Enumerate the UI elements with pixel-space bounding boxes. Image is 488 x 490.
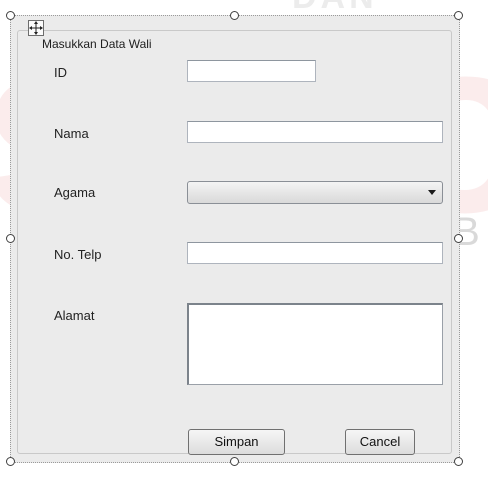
resize-handle-bottom-middle[interactable] — [230, 457, 239, 466]
id-field[interactable] — [187, 60, 316, 82]
telp-label: No. Telp — [54, 247, 102, 262]
id-label: ID — [54, 65, 67, 80]
resize-handle-top-right[interactable] — [454, 11, 463, 20]
telp-field[interactable] — [187, 242, 443, 264]
alamat-textarea[interactable] — [187, 303, 443, 385]
groupbox-title: Masukkan Data Wali — [39, 37, 155, 51]
data-wali-groupbox: Masukkan Data Wali ID Nama Agama No. Tel… — [17, 30, 452, 455]
resize-handle-middle-right[interactable] — [454, 234, 463, 243]
agama-label: Agama — [54, 185, 96, 200]
simpan-button[interactable]: Simpan — [188, 429, 285, 455]
nama-label: Nama — [54, 126, 89, 141]
nama-field[interactable] — [187, 121, 443, 143]
form-designer-surface: Masukkan Data Wali ID Nama Agama No. Tel… — [10, 15, 460, 463]
cancel-button[interactable]: Cancel — [345, 429, 415, 455]
resize-handle-middle-left[interactable] — [6, 234, 15, 243]
resize-handle-bottom-right[interactable] — [454, 457, 463, 466]
resize-handle-top-middle[interactable] — [230, 11, 239, 20]
dropdown-arrow-icon — [428, 190, 436, 195]
resize-handle-bottom-left[interactable] — [6, 457, 15, 466]
move-arrows-icon[interactable] — [28, 20, 44, 36]
agama-select[interactable] — [187, 181, 443, 204]
alamat-label: Alamat — [54, 308, 95, 323]
resize-handle-top-left[interactable] — [6, 11, 15, 20]
